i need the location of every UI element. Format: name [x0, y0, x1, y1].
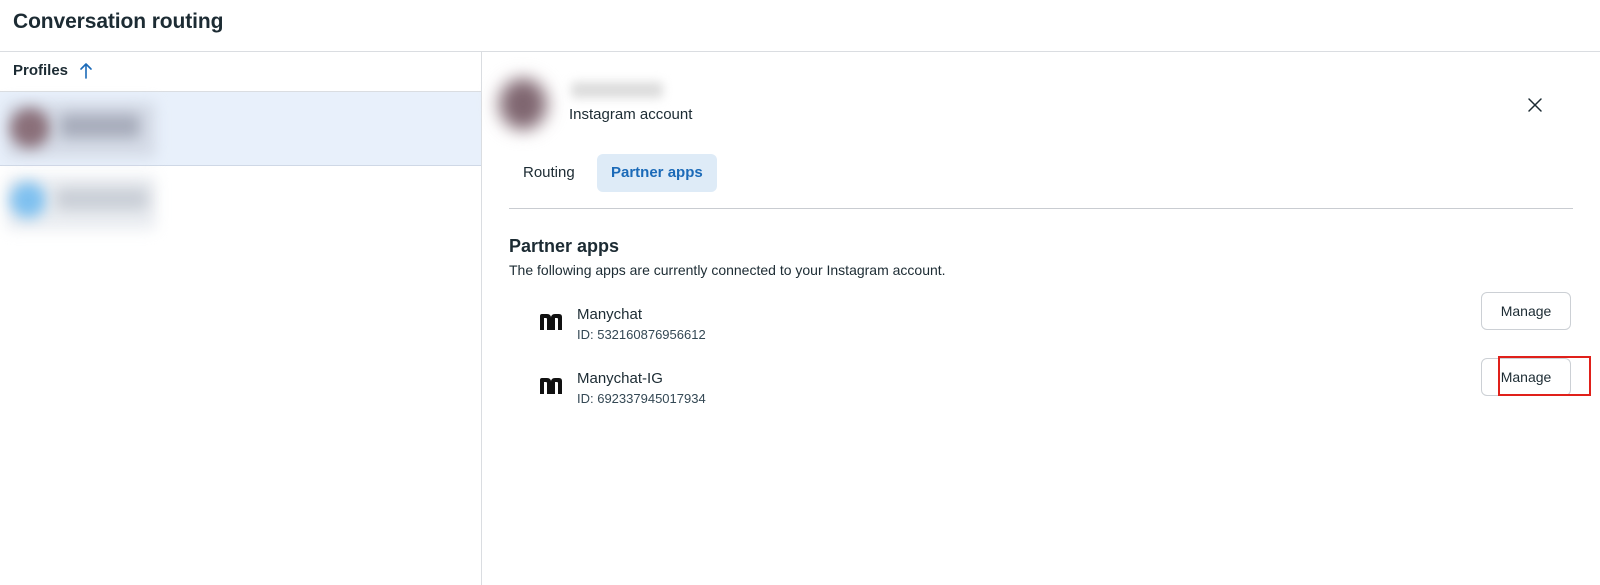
profiles-header[interactable]: Profiles: [0, 52, 481, 92]
profile-detail-pane: Instagram account Routing Partner apps P…: [483, 52, 1600, 585]
redacted-profile-name: [60, 114, 140, 138]
redacted-account-name: [571, 82, 663, 98]
profiles-column-label: Profiles: [13, 62, 69, 79]
tab-routing[interactable]: Routing: [509, 154, 589, 192]
app-id: ID: 692337945017934: [577, 391, 706, 406]
section-description: The following apps are currently connect…: [509, 262, 946, 278]
manychat-logo-icon: [539, 376, 563, 396]
profiles-pane: Profiles: [0, 52, 482, 585]
account-type-label: Instagram account: [569, 106, 693, 123]
manage-button[interactable]: Manage: [1481, 292, 1571, 330]
page-title: Conversation routing: [13, 10, 224, 33]
section-title: Partner apps: [509, 236, 620, 256]
arrow-up-icon[interactable]: [79, 62, 93, 80]
partner-app-row: Manychat ID: 532160876956612 Manage: [509, 292, 1573, 344]
app-name: Manychat-IG: [577, 370, 663, 387]
close-icon[interactable]: [1524, 94, 1546, 116]
divider: [509, 208, 1573, 209]
account-avatar: [491, 72, 553, 136]
profile-row-selected[interactable]: [0, 92, 481, 166]
app-id: ID: 532160876956612: [577, 327, 706, 342]
page-header: Conversation routing: [0, 0, 1600, 52]
tab-partner-apps[interactable]: Partner apps: [597, 154, 717, 192]
manychat-logo-icon: [539, 312, 563, 332]
manage-button-manychat-ig[interactable]: Manage: [1481, 358, 1571, 396]
partner-app-row: Manychat-IG ID: 692337945017934 Manage: [509, 358, 1573, 408]
avatar: [10, 108, 50, 148]
avatar: [10, 182, 46, 218]
redacted-profile-name: [56, 188, 148, 210]
profile-row[interactable]: [0, 166, 481, 234]
app-name: Manychat: [577, 306, 643, 323]
